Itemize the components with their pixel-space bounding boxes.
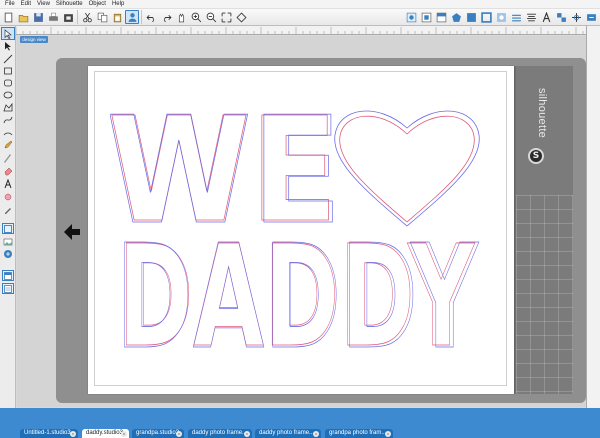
zoom-out-icon[interactable]: [204, 10, 218, 24]
toolbar-separator: [77, 10, 78, 24]
settings-icon[interactable]: [404, 10, 418, 24]
document-tab-label: daddy photo frame...: [259, 430, 315, 436]
menu-edit[interactable]: Edit: [18, 1, 34, 7]
align-icon[interactable]: [524, 10, 538, 24]
design-view-tool-icon[interactable]: [2, 223, 14, 234]
right-ruler: [586, 26, 600, 408]
menu-object[interactable]: Object: [86, 1, 109, 7]
menu-view[interactable]: View: [34, 1, 53, 7]
fill-icon[interactable]: [464, 10, 478, 24]
eraser-tool-icon[interactable]: [2, 165, 14, 176]
tab-close-icon[interactable]: x: [385, 431, 391, 437]
menu-bar: File Edit View Silhouette Object Help: [0, 0, 600, 9]
redo-icon[interactable]: [159, 10, 173, 24]
line-color-icon[interactable]: [479, 10, 493, 24]
menu-silhouette[interactable]: Silhouette: [53, 1, 86, 7]
top-ruler: [16, 26, 586, 35]
user-icon[interactable]: [125, 10, 139, 24]
zoom-in-icon[interactable]: [189, 10, 203, 24]
document-tab-label: grandpa photo fram...: [329, 430, 387, 436]
store-icon[interactable]: [61, 10, 75, 24]
knife-tool-icon[interactable]: [2, 152, 14, 163]
main-toolbar: [0, 9, 600, 26]
replicate-icon[interactable]: [554, 10, 568, 24]
transform-icon[interactable]: [569, 10, 583, 24]
new-file-icon[interactable]: [1, 10, 15, 24]
arc-tool-icon[interactable]: [2, 126, 14, 137]
mat-grid: [516, 195, 573, 394]
line-tool-icon[interactable]: [2, 53, 14, 64]
pencil-tool-icon[interactable]: [2, 139, 14, 150]
media-icon[interactable]: [434, 10, 448, 24]
design-view-label: design view: [20, 36, 48, 43]
cut-settings-icon[interactable]: [449, 10, 463, 24]
heart-shape[interactable]: [334, 110, 480, 227]
document-tab[interactable]: daddy photo frame... x: [188, 429, 252, 438]
artwork-cut-lines[interactable]: WE WE DADDY DADDY: [110, 100, 486, 350]
document-tab-label: grandpa.studio3: [136, 430, 180, 436]
library-tool-icon[interactable]: [2, 248, 14, 259]
point-edit-tool-icon[interactable]: [2, 40, 14, 51]
select-tool-icon[interactable]: [1, 27, 15, 40]
print-icon[interactable]: [46, 10, 60, 24]
polygon-tool-icon[interactable]: [2, 102, 14, 113]
ellipse-tool-icon[interactable]: [2, 89, 14, 100]
document-tab[interactable]: daddy photo frame... x: [255, 429, 321, 438]
line-style-icon[interactable]: [509, 10, 523, 24]
cut-icon[interactable]: [80, 10, 94, 24]
send-to-silhouette-icon[interactable]: [584, 10, 598, 24]
zoom-page-icon[interactable]: [234, 10, 248, 24]
image-tool-icon[interactable]: [2, 236, 14, 247]
drawing-tools-panel: [0, 26, 16, 408]
silhouette-logo-icon: S: [528, 148, 544, 164]
eraser-brush-tool-icon[interactable]: [2, 191, 14, 202]
eyedropper-tool-icon[interactable]: [2, 204, 14, 215]
menu-help[interactable]: Help: [109, 1, 127, 7]
load-direction-arrow-icon: [64, 224, 80, 240]
gradient-icon[interactable]: [494, 10, 508, 24]
silhouette-brand-text: silhouette: [536, 88, 548, 139]
document-tab-label: daddy photo frame...: [192, 430, 248, 436]
tab-close-icon[interactable]: x: [121, 431, 127, 437]
text-tool-icon[interactable]: [2, 178, 14, 189]
tab-close-icon[interactable]: x: [70, 431, 76, 437]
tab-close-icon[interactable]: x: [176, 431, 182, 437]
layers-panel-icon[interactable]: [2, 270, 14, 281]
tab-close-icon[interactable]: x: [313, 431, 319, 437]
rectangle-tool-icon[interactable]: [2, 65, 14, 76]
rounded-rectangle-tool-icon[interactable]: [2, 77, 14, 88]
copy-icon[interactable]: [95, 10, 109, 24]
toolbar-separator: [141, 10, 142, 24]
page-settings-panel-icon[interactable]: [2, 283, 14, 294]
document-tab-label: daddy.studio3: [86, 430, 123, 436]
curve-tool-icon[interactable]: [2, 114, 14, 125]
pan-icon[interactable]: [174, 10, 188, 24]
document-tab[interactable]: Untitled-1.studio3 x: [20, 429, 78, 438]
document-tab-label: Untitled-1.studio3: [24, 430, 71, 436]
design-page-icon[interactable]: [419, 10, 433, 24]
document-tab[interactable]: daddy.studio3 x: [82, 429, 129, 438]
text-style-icon[interactable]: [539, 10, 553, 24]
tab-close-icon[interactable]: x: [244, 431, 250, 437]
save-icon[interactable]: [31, 10, 45, 24]
artwork-line-daddy-outer: DADDY: [116, 213, 479, 350]
paste-icon[interactable]: [110, 10, 124, 24]
zoom-fit-icon[interactable]: [219, 10, 233, 24]
undo-icon[interactable]: [144, 10, 158, 24]
menu-file[interactable]: File: [2, 1, 18, 7]
open-file-icon[interactable]: [16, 10, 30, 24]
document-tab[interactable]: grandpa photo fram... x: [325, 429, 393, 438]
document-tab[interactable]: grandpa.studio3 x: [132, 429, 184, 438]
